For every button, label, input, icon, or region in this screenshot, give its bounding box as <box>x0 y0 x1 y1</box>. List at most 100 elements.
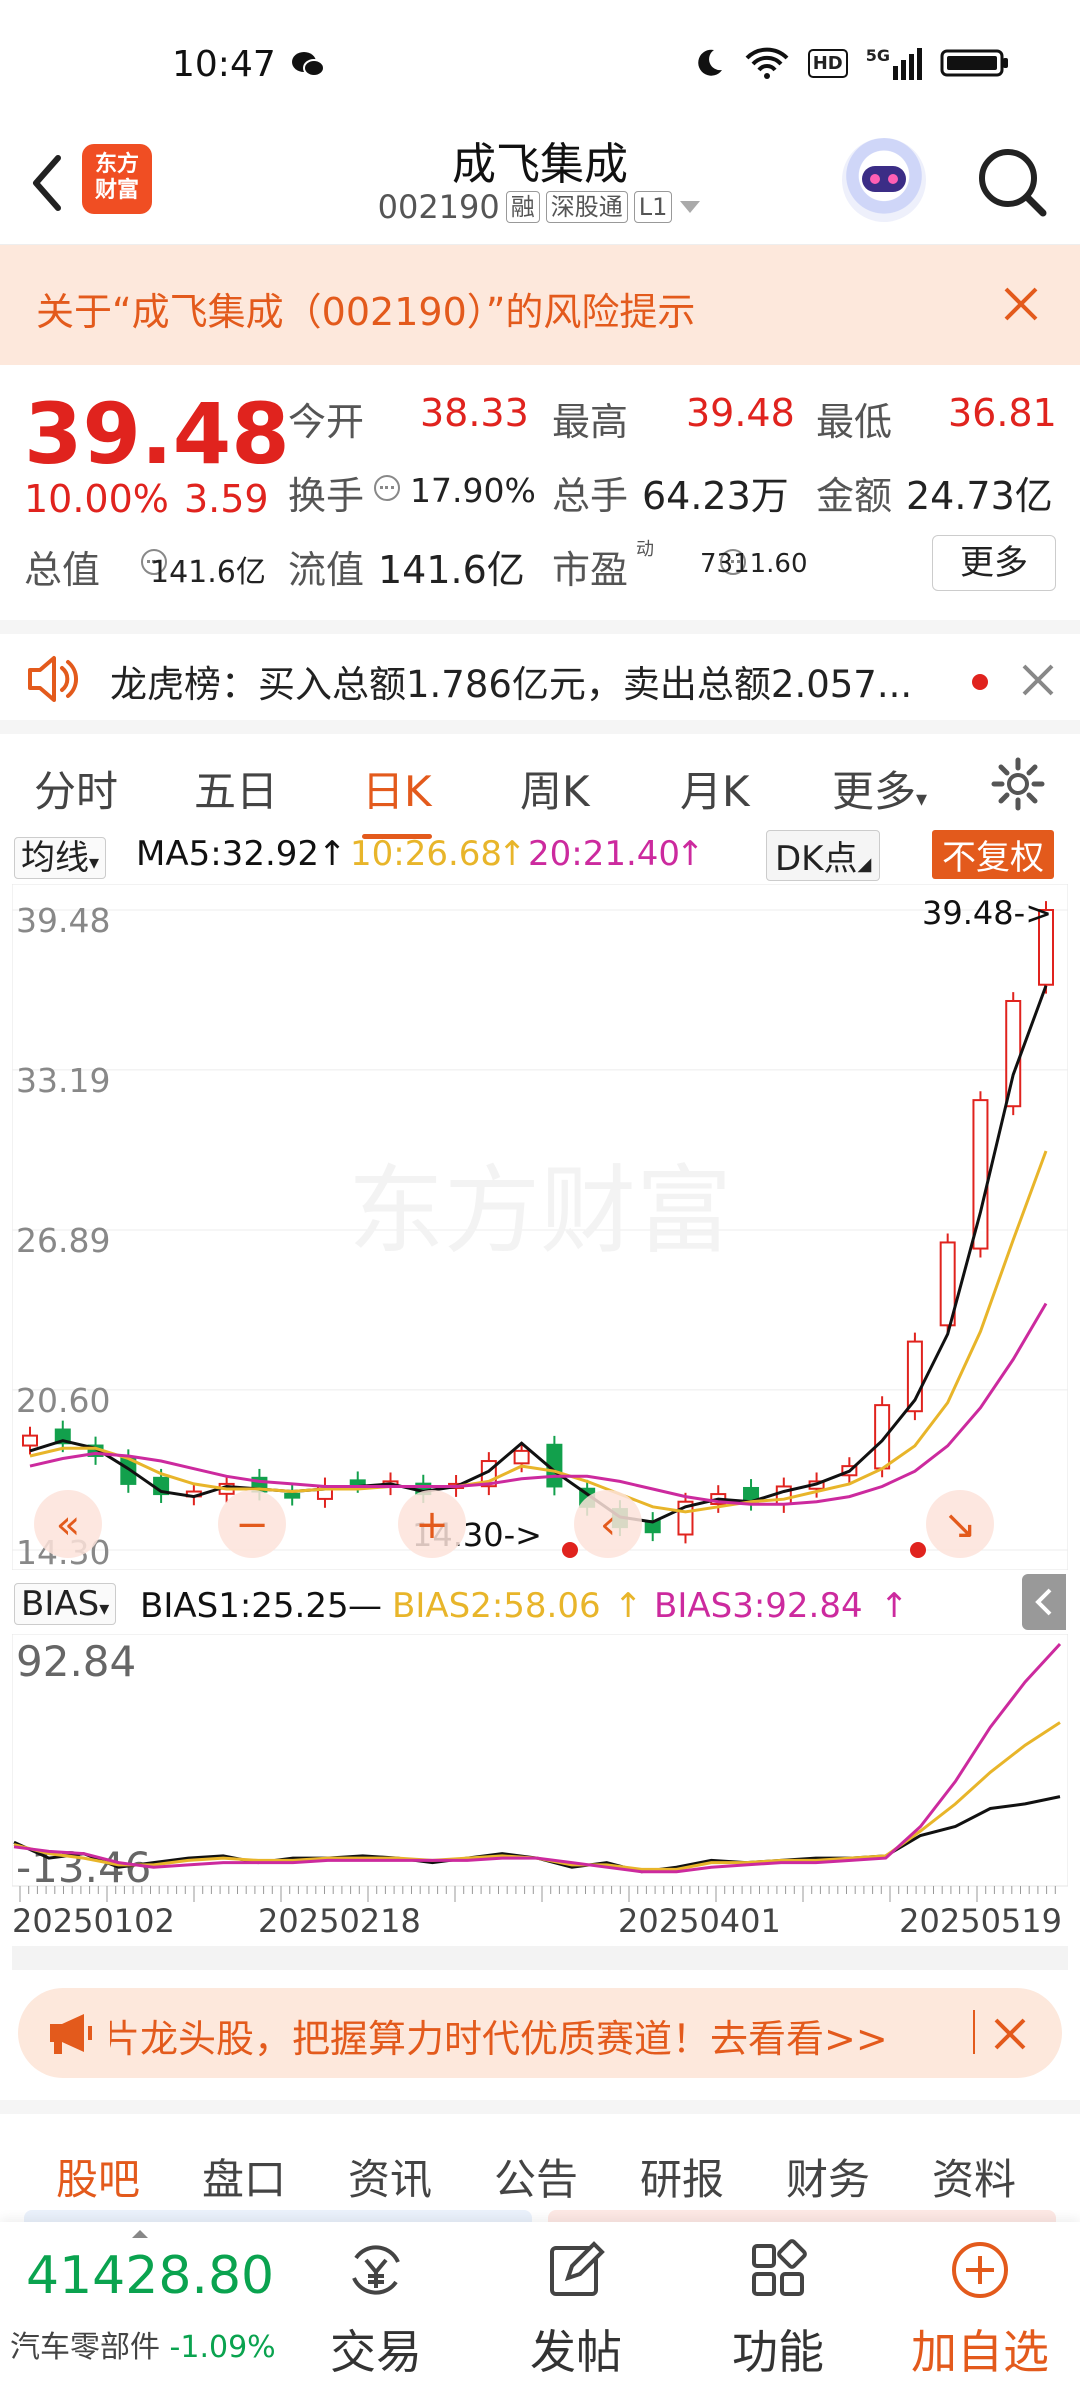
nav-glyph: ‹ <box>600 1502 616 1548</box>
arrow-up-icon: ↑ <box>880 1586 909 1626</box>
settings-gear-icon[interactable] <box>990 756 1046 812</box>
network-label: 5G <box>865 46 890 65</box>
candlestick-chart[interactable]: 39.4833.1926.8920.6014.30东方财富39.48->14.3… <box>12 884 1068 1570</box>
post-button[interactable]: 发帖 <box>506 2238 646 2382</box>
chevron-left-icon[interactable]: ‹ <box>574 1490 642 1558</box>
caret-up-icon <box>132 2230 148 2238</box>
dragon-tiger-bar[interactable]: 龙虎榜：买入总额1.786亿元，卖出总额2.057... <box>0 620 1080 720</box>
plus-circle-icon <box>952 2242 1008 2298</box>
sector-index-value[interactable]: 41428.80 <box>26 2246 274 2306</box>
zoom-in-icon[interactable]: + <box>398 1490 466 1558</box>
last-price-label: 39.48-> <box>922 894 1052 932</box>
indicator-select[interactable]: BIAS▾ <box>14 1583 117 1625</box>
arrow-down-right-icon[interactable]: ↘ <box>926 1490 994 1558</box>
trade-label: 交易 <box>330 2325 422 2379</box>
collapse-panel-button[interactable] <box>1022 1574 1066 1630</box>
assistant-robot-icon[interactable] <box>842 138 926 222</box>
tab-order-book[interactable]: 盘口 <box>202 2146 286 2207</box>
change-amount: 3.59 <box>184 477 269 521</box>
nav-glyph: + <box>415 1502 449 1548</box>
zoom-out-icon[interactable]: − <box>218 1490 286 1558</box>
indicator-select-label: BIAS <box>21 1584 100 1624</box>
y-tick-label: 33.19 <box>16 1061 110 1100</box>
adjust-button[interactable]: 不复权 <box>932 830 1054 879</box>
tab-financials[interactable]: 财务 <box>786 2146 870 2207</box>
tab-weekly-k[interactable]: 周K <box>520 758 590 819</box>
turnover-value: 17.90% <box>410 471 536 510</box>
close-icon[interactable] <box>1018 660 1058 700</box>
tab-news[interactable]: 资讯 <box>348 2146 432 2207</box>
edit-icon <box>550 2241 605 2296</box>
risk-notice[interactable]: 关于“成飞集成（002190）”的风险提示 <box>0 245 1080 365</box>
bias-chart[interactable]: 92.84-13.4620250102 20250218 20250401 20250… <box>12 1634 1068 1970</box>
speaker-icon <box>28 656 79 702</box>
promo-text: 芯片龙头股，把握算力时代优质赛道！去看看>> <box>110 2017 888 2061</box>
trade-button[interactable]: 交易 <box>306 2238 446 2382</box>
arrow-up-icon: ↑ <box>498 834 527 874</box>
wechat-icon <box>292 52 325 77</box>
tab-guba[interactable]: 股吧 <box>56 2146 141 2227</box>
bias3-value: BIAS3:92.84 <box>654 1586 863 1626</box>
divider <box>973 2010 975 2054</box>
wifi-icon <box>745 47 789 79</box>
tab-more[interactable]: 更多▾ <box>832 758 927 819</box>
risk-notice-text: 关于“成飞集成（002190）”的风险提示 <box>36 290 696 334</box>
bottom-bar: 41428.80 汽车零部件 -1.09% 交易 发帖 功能 加自选 <box>0 2222 1080 2400</box>
close-icon[interactable] <box>996 279 1046 329</box>
candle <box>349 1479 366 1486</box>
pe-label: 市盈 <box>552 548 629 592</box>
more-button[interactable]: 更多 <box>932 535 1056 591</box>
tab-profile[interactable]: 资料 <box>932 2146 1016 2207</box>
tab-daily-k[interactable]: 日K <box>362 758 432 839</box>
x-tick-label: 20250519 <box>899 1902 1062 1940</box>
dk-label: DK点 <box>775 839 858 879</box>
chevron-left-icon <box>1035 1588 1052 1616</box>
functions-button[interactable]: 功能 <box>708 2238 848 2382</box>
ma10-value: 10:26.68 <box>350 834 503 874</box>
change-percent: 10.00% <box>24 477 169 521</box>
info-icon[interactable] <box>374 475 400 501</box>
ma-select[interactable]: 均线▾ <box>14 830 107 879</box>
high-label: 最高 <box>552 400 629 444</box>
sector-index-label[interactable]: 汽车零部件 -1.09% <box>10 2322 276 2366</box>
tab-research[interactable]: 研报 <box>640 2146 724 2207</box>
sector-change: -1.09% <box>169 2330 276 2365</box>
add-watchlist-button[interactable]: 加自选 <box>910 2238 1050 2382</box>
candle <box>22 1434 38 1447</box>
promo-banner[interactable]: 芯片龙头股，把握算力时代优质赛道！去看看>> <box>18 1988 1062 2078</box>
arrow-up-icon: ↑ <box>614 1586 643 1626</box>
tab-monthly-k[interactable]: 月K <box>680 758 750 819</box>
unread-dot <box>972 674 988 690</box>
tab-five-day[interactable]: 五日 <box>194 758 278 819</box>
turnover-label: 换手 <box>288 474 365 518</box>
pan-left-icon[interactable]: « <box>34 1490 102 1558</box>
search-icon[interactable] <box>972 142 1052 222</box>
tab-more-label: 更多 <box>832 767 917 816</box>
y-tick-label: 20.60 <box>16 1381 110 1420</box>
ma-select-label: 均线 <box>21 838 89 878</box>
float-label: 流值 <box>288 548 365 592</box>
level-tag: L1 <box>633 191 673 223</box>
tab-intraday[interactable]: 分时 <box>34 758 118 819</box>
arrow-up-icon: ↑ <box>676 834 705 874</box>
dk-point-button[interactable]: DK点◢ <box>766 830 881 881</box>
x-tick-label: 20250102 <box>12 1902 175 1940</box>
moon-icon <box>697 49 722 76</box>
hd-badge: HD <box>807 48 848 78</box>
y-tick-label: 26.89 <box>16 1221 110 1260</box>
margin-tag: 融 <box>505 191 540 223</box>
candle <box>284 1492 301 1499</box>
close-icon[interactable] <box>988 2012 1032 2056</box>
tab-announcements[interactable]: 公告 <box>494 2146 578 2207</box>
watermark-text: 东方财富 <box>348 1155 732 1267</box>
megaphone-icon <box>50 2014 92 2054</box>
nav-glyph: ↘ <box>943 1502 977 1548</box>
amount-label: 金额 <box>816 474 893 518</box>
kline-tabs: 分时 五日 日K 周K 月K 更多▾ <box>0 720 1080 839</box>
low-value: 36.81 <box>948 391 1057 435</box>
event-dot <box>910 1542 926 1558</box>
sz-connect-tag: 深股通 <box>545 191 628 223</box>
pe-dynamic-sup: 动 <box>636 539 654 560</box>
ma20-value: 20:21.40 <box>528 834 681 874</box>
open-value: 38.33 <box>420 391 529 435</box>
